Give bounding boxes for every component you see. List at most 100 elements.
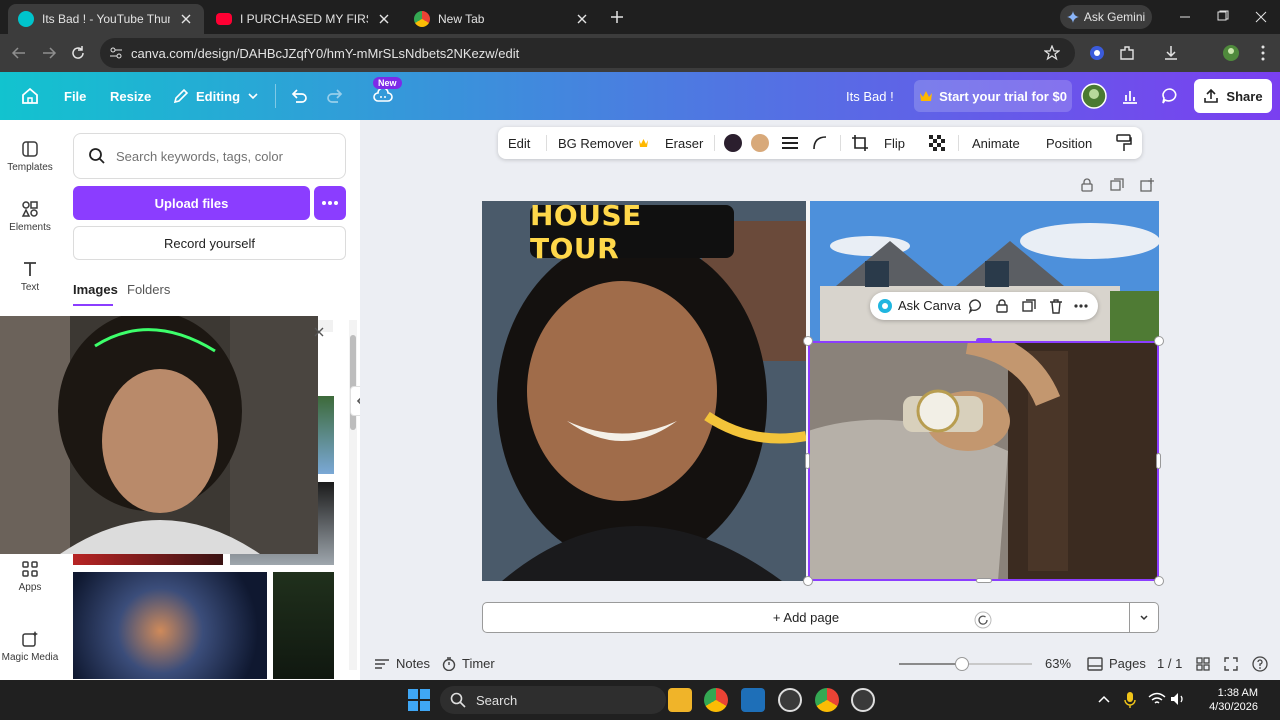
corner-rounding-icon[interactable] [812,127,828,159]
extensions-puzzle-icon[interactable] [1118,44,1136,62]
resize-handle-bottom-right[interactable] [1154,576,1164,586]
resize-handle-top[interactable] [976,338,992,343]
image-thumbnail[interactable] [318,396,334,474]
tray-chevron-up-icon[interactable] [1098,694,1110,704]
house-tour-banner[interactable]: HOUSE TOUR [530,199,734,265]
media-player-icon[interactable] [851,688,875,712]
new-tab-plus-icon[interactable] [609,9,625,25]
comment-add-icon[interactable] [968,298,984,314]
design-title[interactable]: Its Bad ! [846,72,894,120]
start-trial-button[interactable]: Start your trial for $0 [914,80,1072,112]
add-page-options-button[interactable] [1130,602,1159,633]
back-icon[interactable] [10,44,28,62]
extension-icon[interactable] [1088,44,1106,62]
url-field[interactable]: canva.com/design/DAHBcJZqfY0/hmY-mMrSLsN… [100,38,1075,68]
eraser-button[interactable]: Eraser [665,127,703,159]
upload-files-button[interactable]: Upload files [73,186,310,220]
tab-youtube[interactable]: I PURCHASED MY FIRST HOUSE [206,4,402,34]
app-icon-clock[interactable] [778,688,802,712]
microphone-icon[interactable] [1124,691,1136,709]
share-button[interactable]: Share [1194,79,1272,113]
animate-button[interactable]: Animate [972,127,1020,159]
timer-button[interactable]: Timer [442,656,495,671]
file-menu[interactable]: File [64,72,86,120]
minimize-icon[interactable] [1176,8,1194,26]
ask-canva-button[interactable]: Ask Canva [898,298,961,313]
fullscreen-icon[interactable] [1224,657,1238,671]
close-icon[interactable] [574,11,590,27]
zoom-level[interactable]: 63% [1045,656,1071,671]
chrome-icon[interactable] [704,688,728,712]
chrome-profile-icon[interactable] [815,688,839,712]
ask-gemini-button[interactable]: Ask Gemini [1060,5,1152,29]
house-exterior-photo[interactable] [810,201,1159,341]
editing-mode-menu[interactable]: Editing [172,72,260,120]
resize-handle-top-right[interactable] [1154,336,1164,346]
color-swatch-dark[interactable] [724,134,742,152]
resize-menu[interactable]: Resize [110,72,151,120]
window-close-icon[interactable] [1252,8,1270,26]
insights-chart-icon[interactable] [1114,80,1146,112]
rail-item-magic-media[interactable]: Magic Media [0,630,60,663]
windows-start-icon[interactable] [408,689,430,711]
close-icon[interactable] [376,11,392,27]
search-input[interactable]: Search keywords, tags, color [73,133,346,179]
image-thumbnail[interactable] [73,572,267,679]
browser-menu-icon[interactable] [1254,44,1272,62]
trash-icon[interactable] [1048,298,1064,314]
rail-item-templates[interactable]: Templates [0,140,60,173]
app-icon-blue[interactable] [741,688,765,712]
help-icon[interactable] [1252,656,1268,672]
border-style-icon[interactable] [782,127,798,159]
rail-item-apps[interactable]: Apps [0,560,60,593]
lock-page-icon[interactable] [1079,177,1095,193]
rail-item-text[interactable]: Text [0,260,60,293]
undo-icon[interactable] [289,72,309,120]
position-button[interactable]: Position [1046,127,1092,159]
redo-icon[interactable] [325,72,345,120]
resize-handle-bottom[interactable] [976,578,992,583]
edit-button[interactable]: Edit [508,127,530,159]
rail-item-elements[interactable]: Elements [0,200,60,233]
transparency-icon[interactable] [929,127,945,159]
add-page-icon[interactable] [1139,177,1155,193]
zoom-slider-knob[interactable] [954,657,969,671]
taskbar-search[interactable]: Search [440,686,666,714]
image-thumbnail[interactable] [273,572,334,679]
copy-style-paint-roller-icon[interactable] [1116,127,1132,159]
tab-new-tab[interactable]: New Tab [404,4,600,34]
pages-button[interactable]: Pages [1087,656,1146,671]
lock-icon[interactable] [994,298,1010,314]
profile-avatar-icon[interactable] [1222,44,1240,62]
reload-icon[interactable] [69,44,87,62]
resize-handle-bottom-left[interactable] [803,576,813,586]
notes-button[interactable]: Notes [374,656,430,671]
wifi-icon[interactable] [1148,692,1166,706]
grid-view-icon[interactable] [1196,657,1210,671]
resize-handle-right[interactable] [1156,453,1161,469]
webcam-close-icon[interactable] [313,326,325,338]
duplicate-page-icon[interactable] [1109,177,1125,193]
resize-handle-left[interactable] [805,453,810,469]
selection-box[interactable] [808,341,1159,581]
upload-more-button[interactable] [314,186,346,220]
color-swatch-tan[interactable] [751,134,769,152]
volume-icon[interactable] [1170,692,1186,706]
crop-icon[interactable] [851,127,869,159]
duplicate-icon[interactable] [1021,298,1037,314]
tab-canva[interactable]: Its Bad ! - YouTube Thumbnail [8,4,204,34]
close-icon[interactable] [178,11,194,27]
zoom-slider[interactable] [899,657,1032,671]
comments-icon[interactable] [1154,80,1186,112]
bookmark-star-icon[interactable] [1044,45,1060,61]
home-icon[interactable] [20,72,40,120]
resize-handle-top-left[interactable] [803,336,813,346]
record-yourself-button[interactable]: Record yourself [73,226,346,260]
system-clock[interactable]: 1:38 AM 4/30/2026 [1188,686,1258,714]
file-explorer-icon[interactable] [668,688,692,712]
add-page-button[interactable]: + Add page [482,602,1130,633]
forward-icon[interactable] [40,44,58,62]
tab-folders[interactable]: Folders [127,282,170,297]
restore-icon[interactable] [1213,8,1231,26]
site-info-icon[interactable] [109,46,123,60]
